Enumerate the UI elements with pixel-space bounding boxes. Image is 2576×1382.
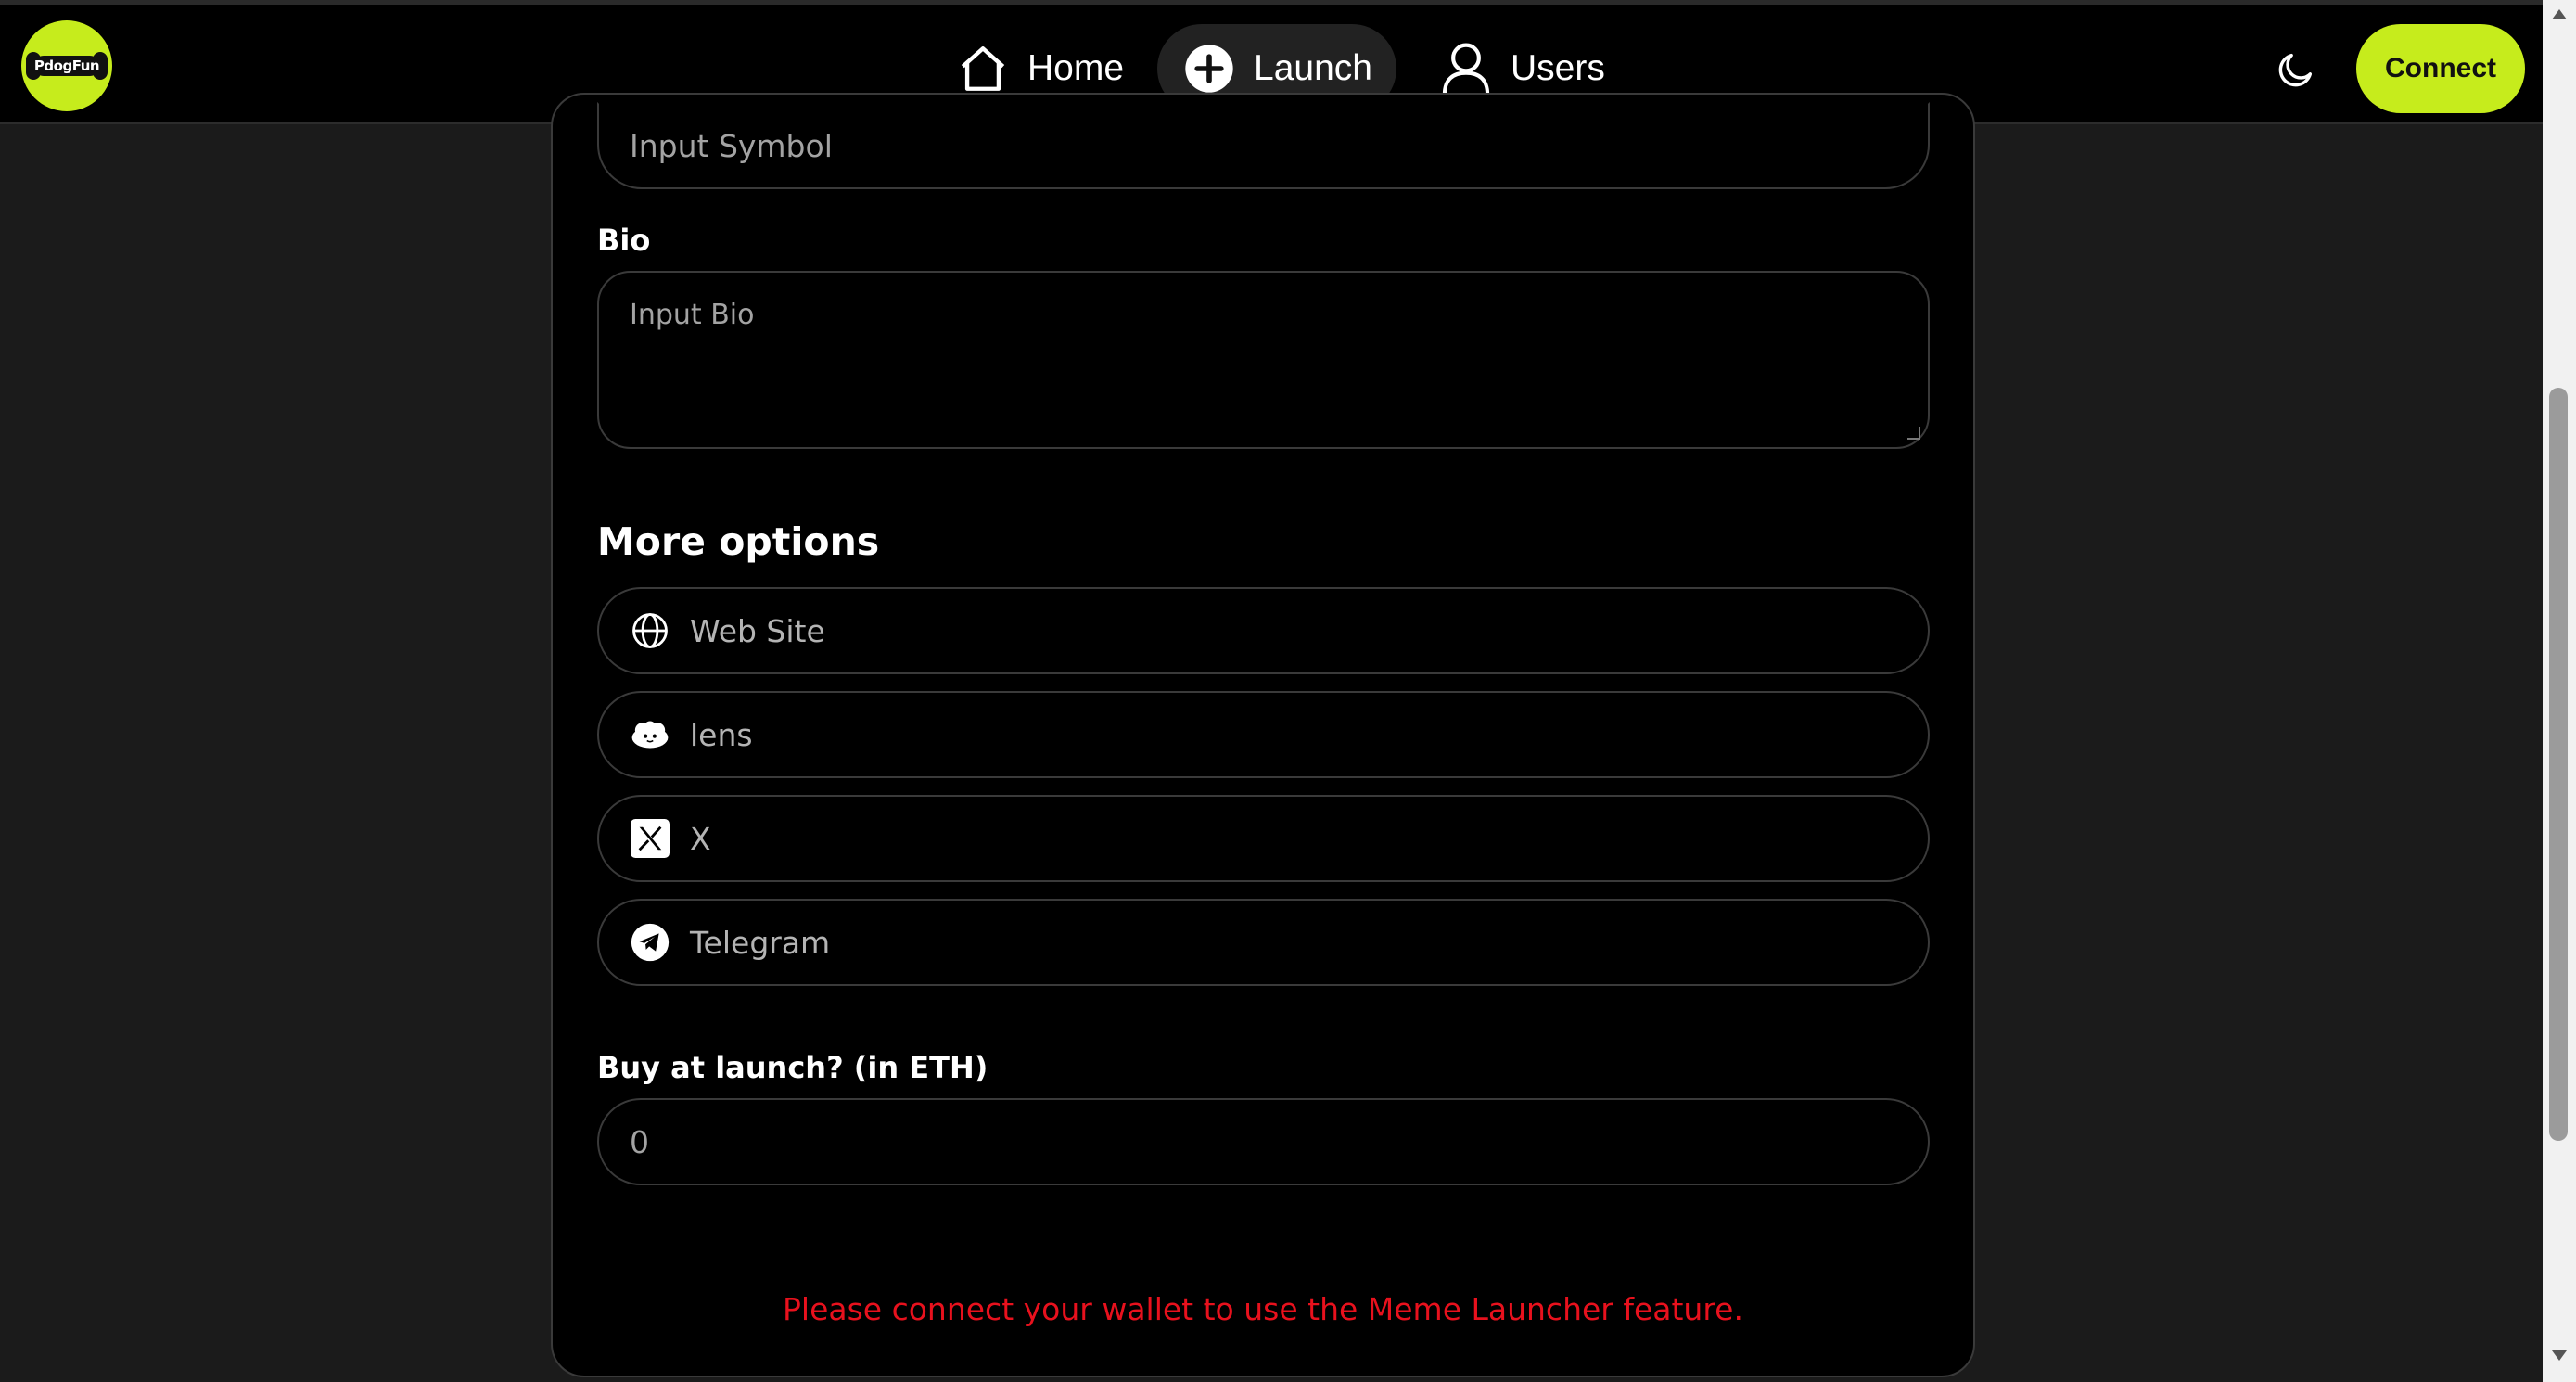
logo[interactable]: PdogFun — [21, 20, 112, 111]
telegram-placeholder: Telegram — [690, 924, 831, 961]
user-icon — [1438, 41, 1494, 96]
scrollbar-thumb[interactable] — [2549, 388, 2568, 1141]
x-icon — [631, 819, 670, 858]
x-placeholder: X — [690, 820, 711, 857]
scroll-up-icon[interactable] — [2552, 9, 2567, 19]
x-input[interactable]: X — [597, 795, 1930, 882]
nav-item-label: Users — [1511, 48, 1605, 88]
nav-item-label: Launch — [1254, 48, 1372, 88]
logo-text: PdogFun — [33, 58, 100, 74]
website-placeholder: Web Site — [690, 612, 825, 649]
bio-label: Bio — [597, 223, 651, 258]
scroll-down-icon[interactable] — [2552, 1350, 2567, 1361]
symbol-input[interactable]: Input Symbol — [597, 102, 1930, 189]
plus-circle-icon — [1181, 41, 1237, 96]
buy-amount-input[interactable]: 0 — [597, 1098, 1930, 1185]
telegram-icon — [631, 923, 670, 962]
bio-placeholder: Input Bio — [630, 299, 755, 331]
bone-icon: PdogFun — [26, 52, 108, 80]
globe-icon — [631, 611, 670, 650]
lens-input[interactable]: lens — [597, 691, 1930, 778]
connect-button[interactable]: Connect — [2356, 24, 2525, 113]
scrollbar[interactable] — [2543, 0, 2576, 1382]
resize-handle[interactable] — [1907, 427, 1920, 440]
moon-icon[interactable] — [2268, 42, 2324, 97]
telegram-input[interactable]: Telegram — [597, 899, 1930, 986]
lens-placeholder: lens — [690, 716, 753, 753]
lens-icon — [631, 715, 670, 754]
nav-item-label: Home — [1027, 48, 1125, 88]
home-icon — [955, 41, 1011, 96]
buy-at-launch-label: Buy at launch? (in ETH) — [597, 1050, 988, 1085]
bio-textarea[interactable]: Input Bio — [597, 271, 1930, 449]
website-input[interactable]: Web Site — [597, 587, 1930, 674]
more-options-title: More options — [597, 519, 880, 564]
wallet-warning: Please connect your wallet to use the Me… — [783, 1291, 1743, 1327]
